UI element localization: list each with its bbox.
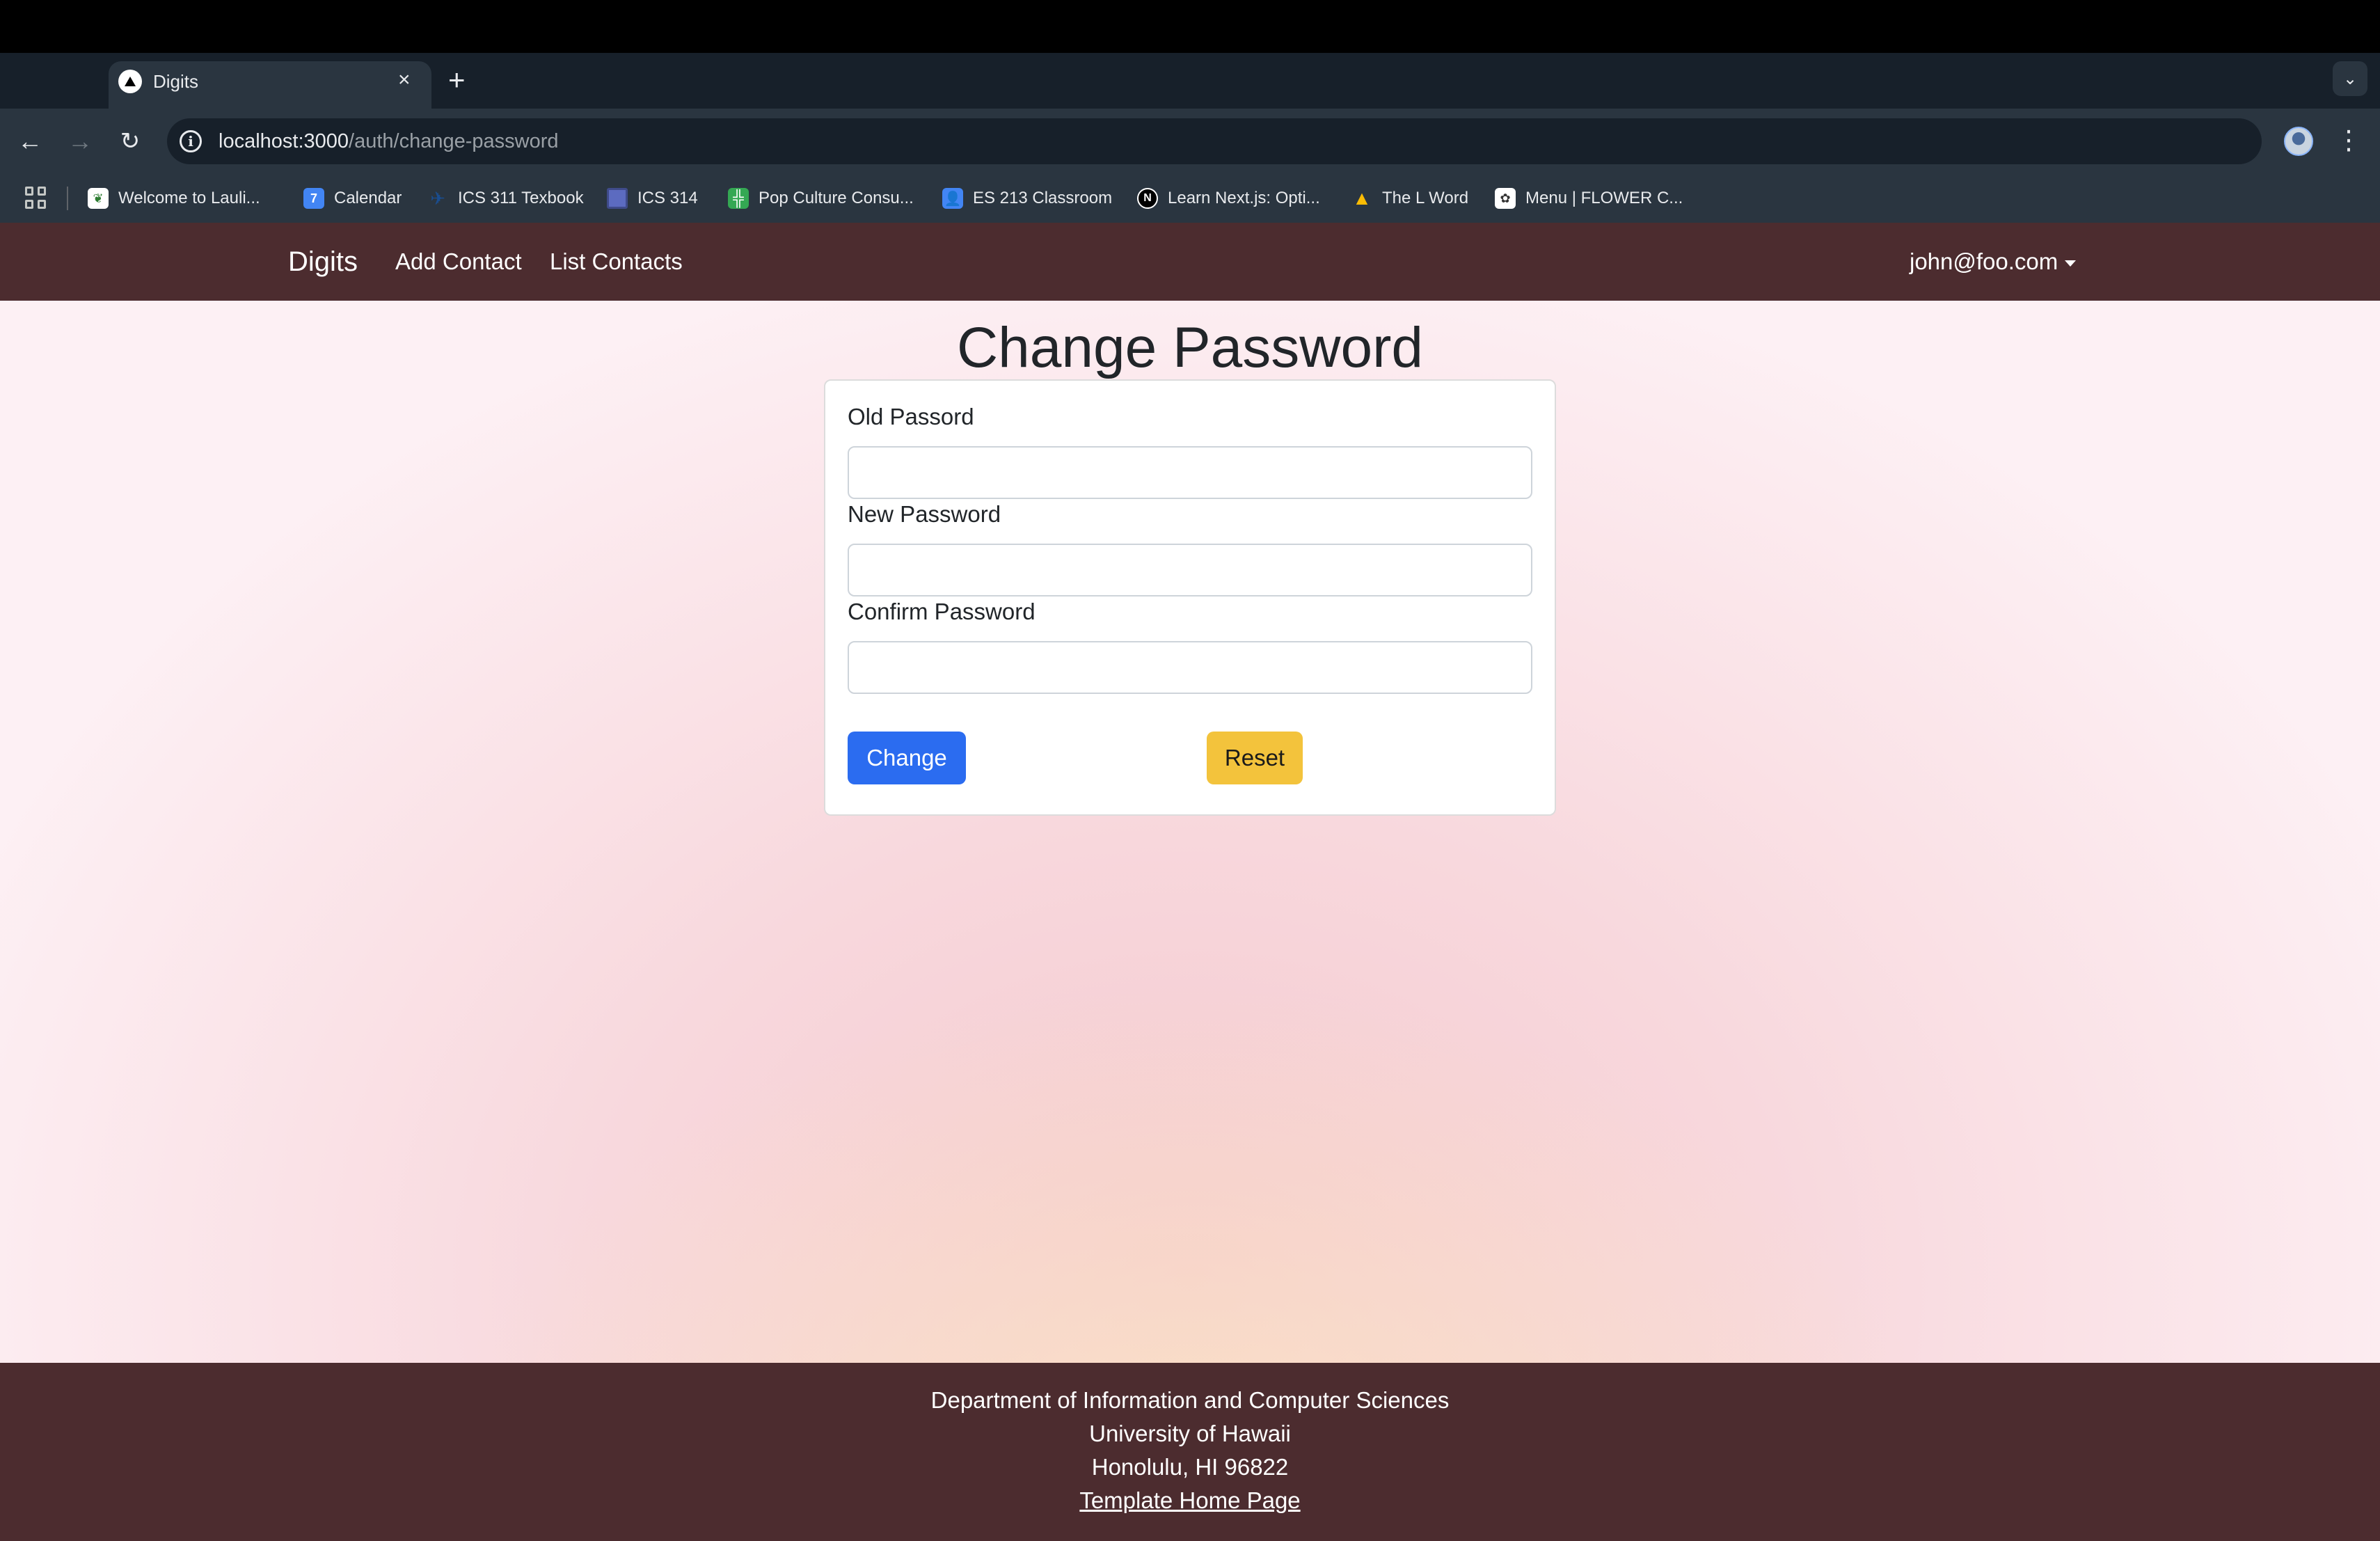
bookmark-label: Learn Next.js: Opti... (1168, 189, 1320, 207)
classroom-favicon-icon: 👤 (942, 188, 963, 209)
browser-tab-bar: Digits × + ⌄ (0, 53, 2380, 109)
new-password-input[interactable] (848, 544, 1532, 596)
old-password-label: Old Passord (848, 404, 974, 429)
confirm-password-label: Confirm Password (848, 599, 1036, 624)
tab-title: Digits (153, 71, 199, 92)
change-button[interactable]: Change (848, 732, 966, 784)
site-footer: Department of Information and Computer S… (0, 1363, 2380, 1541)
bookmark-label: ICS 311 Texbook (458, 189, 584, 207)
new-tab-button[interactable]: + (448, 63, 466, 97)
bookmark-label: Pop Culture Consu... (759, 189, 914, 207)
bookmark-label: Calendar (334, 189, 402, 207)
old-password-input[interactable] (848, 446, 1532, 499)
nextjs-tab-favicon-icon (118, 70, 142, 93)
bookmark-item[interactable]: N Learn Next.js: Opti... (1137, 184, 1320, 213)
footer-department: Department of Information and Computer S… (930, 1387, 1450, 1413)
footer-link-row: Template Home Page (0, 1485, 2380, 1516)
user-email: john@foo.com (1910, 248, 2058, 274)
bookmark-item[interactable]: ╬ Pop Culture Consu... (728, 184, 914, 213)
change-password-form: Old Passord New Password Confirm Passwor… (824, 379, 1556, 816)
reload-icon[interactable]: ↻ (113, 124, 148, 159)
site-info-icon[interactable]: i (180, 130, 202, 152)
address-bar[interactable]: i localhost:3000/auth/change-password ☆ (167, 118, 2380, 164)
template-home-page-link[interactable]: Template Home Page (1079, 1487, 1300, 1513)
browser-menu-icon[interactable]: ⋮ (2335, 125, 2362, 156)
footer-university: University of Hawaii (1089, 1421, 1291, 1446)
leaf-favicon-icon: ❦ (88, 188, 109, 209)
site-navbar: Digits Add Contact List Contacts john@fo… (0, 223, 2380, 301)
bookmark-label: Welcome to Lauli... (118, 189, 260, 207)
bookmarks-divider (67, 187, 68, 210)
back-arrow-icon[interactable]: ← (13, 124, 47, 159)
new-password-label: New Password (848, 501, 1001, 527)
sheets-favicon-icon: ╬ (728, 188, 749, 209)
browser-toolbar: ← → ↻ i localhost:3000/auth/change-passw… (0, 109, 2380, 174)
profile-avatar[interactable] (2284, 127, 2313, 156)
nav-link-list-contacts[interactable]: List Contacts (550, 246, 683, 277)
url-text: localhost:3000/auth/change-password (219, 129, 559, 153)
flower-favicon-icon: ✿ (1495, 188, 1516, 209)
confirm-password-input[interactable] (848, 641, 1532, 694)
navbar-brand[interactable]: Digits (288, 244, 358, 280)
footer-address: Honolulu, HI 96822 (1091, 1454, 1289, 1480)
bird-favicon-icon: ✈ (430, 187, 445, 209)
url-path: /auth/change-password (349, 130, 559, 152)
web-page: Digits Add Contact List Contacts john@fo… (0, 223, 2380, 1541)
nav-link-add-contact[interactable]: Add Contact (395, 246, 522, 277)
apps-grid-icon[interactable] (25, 187, 47, 209)
forward-arrow-icon[interactable]: → (63, 124, 97, 159)
user-dropdown[interactable]: john@foo.com (1910, 246, 2077, 277)
bookmark-label: Menu | FLOWER C... (1525, 189, 1683, 207)
bookmark-item[interactable]: 7 Calendar (303, 184, 402, 213)
bookmark-item[interactable]: ❦ Welcome to Lauli... (88, 184, 260, 213)
bookmark-item[interactable]: 👤 ES 213 Classroom (942, 184, 1112, 213)
screen-top-bar (0, 0, 2380, 53)
reset-button[interactable]: Reset (1207, 732, 1303, 784)
bookmark-label: The L Word (1382, 189, 1469, 207)
bookmark-label: ICS 314 (637, 189, 698, 207)
drive-favicon-icon: ▲ (1352, 187, 1372, 209)
caret-down-icon (2065, 260, 2077, 267)
bookmark-item[interactable]: ▲ The L Word (1351, 184, 1468, 213)
tab-search-chevron-icon[interactable]: ⌄ (2333, 61, 2367, 96)
url-host: localhost:3000 (219, 130, 349, 152)
bookmarks-bar: ❦ Welcome to Lauli... 7 Calendar ✈ ICS 3… (0, 174, 2380, 223)
bookmark-label: ES 213 Classroom (973, 189, 1113, 207)
close-tab-icon[interactable]: × (398, 68, 411, 92)
bookmark-item[interactable]: ✿ Menu | FLOWER C... (1495, 184, 1683, 213)
bookmark-item[interactable]: ✈ ICS 311 Texbook (427, 184, 584, 213)
bookmark-item[interactable]: ICS 314 (607, 184, 698, 213)
square-favicon-icon (607, 188, 628, 209)
calendar-favicon-icon: 7 (303, 188, 324, 209)
nextjs-favicon-icon: N (1137, 188, 1158, 209)
